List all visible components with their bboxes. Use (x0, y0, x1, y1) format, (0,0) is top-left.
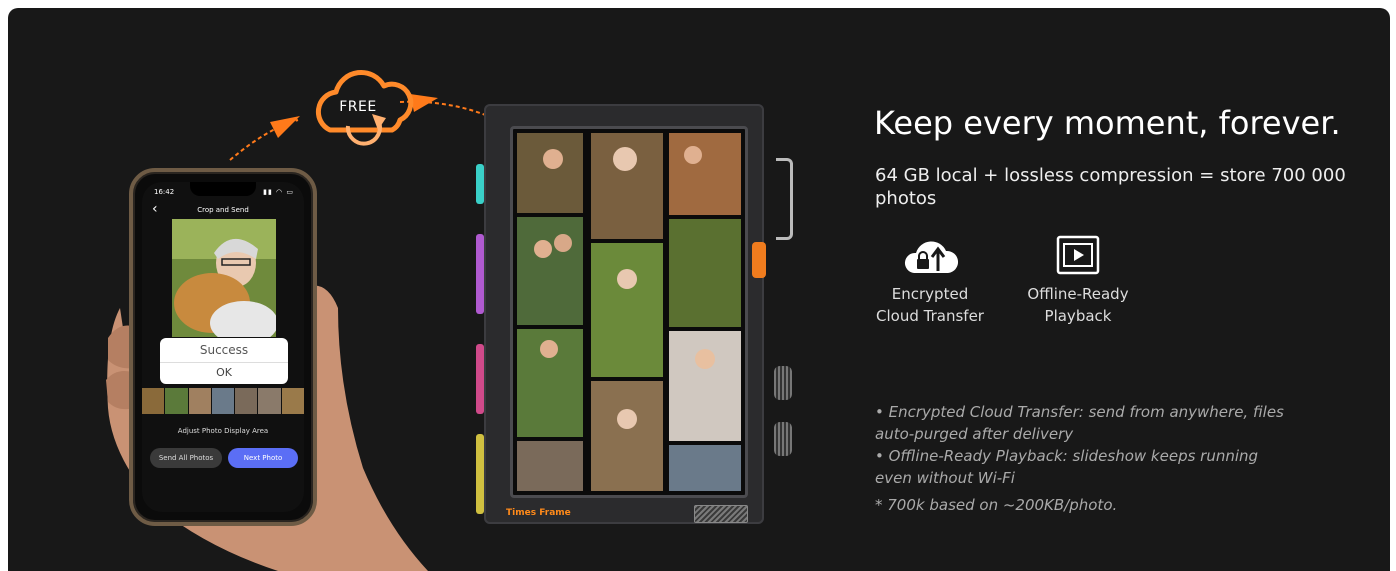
crop-photo-preview[interactable] (172, 219, 276, 337)
led-strip (476, 434, 484, 514)
dialog-ok-button[interactable]: OK (160, 362, 288, 383)
feature-label-line2: Cloud Transfer (876, 307, 984, 325)
speaker-grille (694, 505, 748, 523)
brand-logo: Times Frame (506, 508, 571, 518)
storage-subline: 64 GB local + lossless compression = sto… (875, 165, 1346, 209)
photo-frame-device: Times Frame (476, 104, 792, 524)
cloud-lock-upload-icon (905, 241, 958, 273)
status-time: 16:42 (154, 188, 175, 196)
bullet-item: • Offline-Ready Playback: slideshow keep… (875, 447, 1259, 487)
phone-screen: 16:42 ▮▮ ◠ ▭ ‹ Crop and Send Success OK (142, 182, 304, 512)
photo-collage (517, 133, 741, 491)
feature-offline-playback: Offline-Ready Playback (1016, 235, 1140, 327)
next-photo-button[interactable]: Next Photo (228, 448, 298, 468)
thumbnail[interactable] (281, 388, 304, 414)
thumbnail[interactable] (235, 388, 258, 414)
bullet-item: • Encrypted Cloud Transfer: send from an… (875, 403, 1284, 443)
led-strip (476, 234, 484, 314)
control-knob[interactable] (774, 366, 792, 400)
led-strip (476, 164, 484, 204)
feature-bullets: • Encrypted Cloud Transfer: send from an… (875, 401, 1295, 489)
send-all-photos-button[interactable]: Send All Photos (150, 448, 222, 468)
thumbnail[interactable] (165, 388, 188, 414)
thumbnail[interactable] (142, 388, 165, 414)
control-knob[interactable] (774, 422, 792, 456)
frame-screen (510, 126, 748, 498)
frame-handle (776, 158, 793, 240)
slideshow-play-icon (1056, 235, 1100, 275)
status-icons: ▮▮ ◠ ▭ (263, 188, 294, 196)
phone-notch (190, 182, 256, 196)
feature-label-line1: Offline-Ready (1027, 285, 1129, 303)
feature-label-line2: Playback (1044, 307, 1112, 325)
screen-title: Crop and Send (197, 206, 249, 214)
feature-label-line1: Encrypted (891, 285, 969, 303)
dialog-title: Success (199, 343, 249, 357)
orange-dial[interactable] (752, 242, 766, 278)
thumbnail[interactable] (258, 388, 281, 414)
smartphone: 16:42 ▮▮ ◠ ▭ ‹ Crop and Send Success OK (129, 168, 317, 526)
success-dialog: Success OK (160, 338, 288, 384)
feature-encrypted-transfer: Encrypted Cloud Transfer (868, 235, 992, 327)
led-strip (476, 344, 484, 414)
thumbnail[interactable] (211, 388, 235, 414)
adjust-area-label: Adjust Photo Display Area (177, 427, 269, 435)
headline: Keep every moment, forever. (874, 104, 1341, 142)
banner: FREE 16:42 ▮▮ ◠ ▭ ‹ Crop and Send Succes… (8, 8, 1390, 571)
thumbnail-strip[interactable] (142, 388, 304, 414)
thumbnail[interactable] (188, 388, 211, 414)
footnote: * 700k based on ~200KB/photo. (875, 496, 1118, 514)
